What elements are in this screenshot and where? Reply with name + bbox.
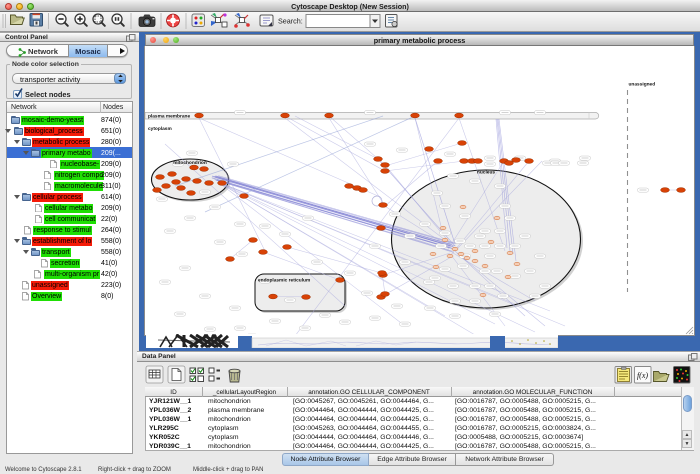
svg-text:cytoplasm: cytoplasm [148, 126, 172, 132]
svg-text:nucleus: nucleus [477, 170, 495, 176]
svg-text:Search:: Search: [278, 17, 303, 26]
svg-text:endoplasmic reticulum: endoplasmic reticulum [258, 278, 310, 284]
svg-text:f(x): f(x) [637, 371, 648, 380]
svg-text:unassigned: unassigned [629, 82, 656, 88]
svg-text:mitochondrion: mitochondrion [173, 160, 207, 166]
svg-text:plasma membrane: plasma membrane [148, 114, 190, 120]
